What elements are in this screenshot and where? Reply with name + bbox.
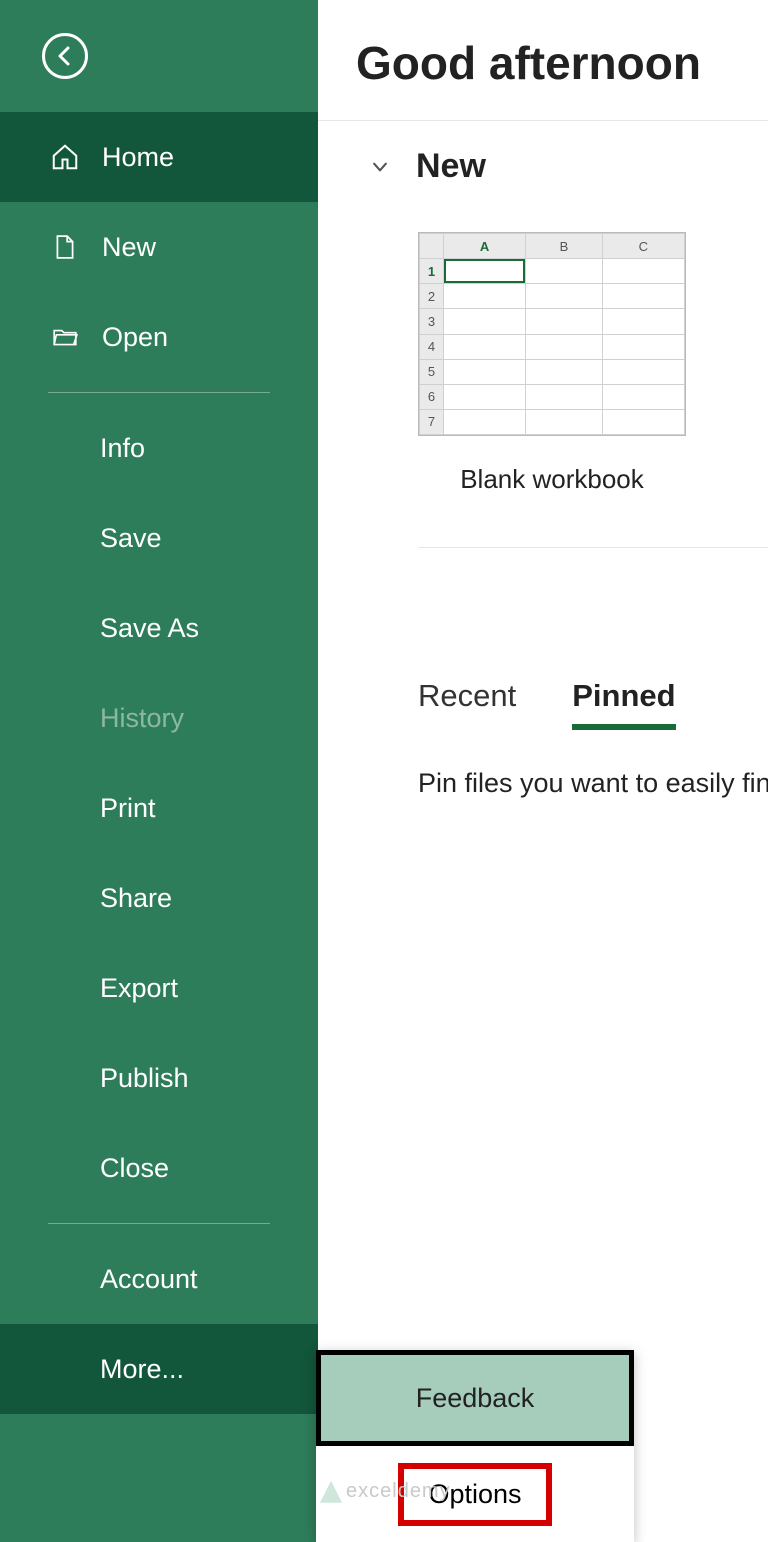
sidebar-item-open[interactable]: Open	[0, 292, 318, 382]
tab-recent[interactable]: Recent	[418, 678, 516, 730]
tab-pinned[interactable]: Pinned	[572, 678, 675, 730]
popup-label-feedback: Feedback	[416, 1383, 535, 1414]
sidebar-label-home: Home	[102, 142, 174, 173]
pinned-empty-message: Pin files you want to easily find	[318, 730, 768, 799]
workbook-preview-icon: ABC 1 2 3 4 5 6 7	[419, 233, 685, 435]
sidebar-label-export: Export	[100, 973, 178, 1004]
sidebar-item-saveas[interactable]: Save As	[0, 583, 318, 673]
sidebar-label-info: Info	[100, 433, 145, 464]
sidebar-label-save: Save	[100, 523, 162, 554]
sidebar-item-more[interactable]: More...	[0, 1324, 318, 1414]
sidebar-item-publish[interactable]: Publish	[0, 1033, 318, 1123]
template-blank-workbook[interactable]: ABC 1 2 3 4 5 6 7 Blank workbook	[418, 232, 686, 495]
sidebar-label-close: Close	[100, 1153, 169, 1184]
new-section-header[interactable]: New	[318, 121, 768, 186]
popup-item-options[interactable]: Options	[316, 1446, 634, 1542]
sidebar-label-more: More...	[100, 1354, 184, 1385]
sidebar-item-history: History	[0, 673, 318, 763]
template-thumbnail[interactable]: ABC 1 2 3 4 5 6 7	[418, 232, 686, 436]
greeting-title: Good afternoon	[318, 0, 768, 121]
sidebar-divider	[48, 392, 270, 393]
arrow-left-icon	[53, 44, 77, 68]
back-button[interactable]	[42, 33, 88, 79]
sidebar-item-save[interactable]: Save	[0, 493, 318, 583]
sidebar-label-saveas: Save As	[100, 613, 199, 644]
backstage-sidebar: Home New Open Info Save Save As History …	[0, 0, 318, 1542]
sidebar-item-export[interactable]: Export	[0, 943, 318, 1033]
sidebar-label-print: Print	[100, 793, 156, 824]
sidebar-label-history: History	[100, 703, 184, 734]
sidebar-divider-2	[48, 1223, 270, 1224]
popup-item-feedback[interactable]: Feedback	[316, 1350, 634, 1446]
new-file-icon	[48, 230, 82, 264]
sidebar-label-publish: Publish	[100, 1063, 189, 1094]
sidebar-label-open: Open	[102, 322, 168, 353]
main-content: Good afternoon New ABC 1 2 3 4 5 6	[318, 0, 768, 1542]
sidebar-item-share[interactable]: Share	[0, 853, 318, 943]
sidebar-item-close[interactable]: Close	[0, 1123, 318, 1213]
template-name: Blank workbook	[418, 464, 686, 495]
sidebar-item-new[interactable]: New	[0, 202, 318, 292]
more-popup: Feedback Options	[316, 1350, 634, 1542]
popup-label-options: Options	[398, 1463, 551, 1526]
sidebar-label-new: New	[102, 232, 156, 263]
new-section-label: New	[416, 147, 486, 186]
sidebar-item-info[interactable]: Info	[0, 403, 318, 493]
chevron-down-icon	[366, 153, 394, 181]
sidebar-item-print[interactable]: Print	[0, 763, 318, 853]
home-icon	[48, 140, 82, 174]
sidebar-item-home[interactable]: Home	[0, 112, 318, 202]
sidebar-label-account: Account	[100, 1264, 198, 1295]
folder-open-icon	[48, 320, 82, 354]
file-tabs: Recent Pinned	[318, 548, 768, 730]
sidebar-item-account[interactable]: Account	[0, 1234, 318, 1324]
sidebar-label-share: Share	[100, 883, 172, 914]
